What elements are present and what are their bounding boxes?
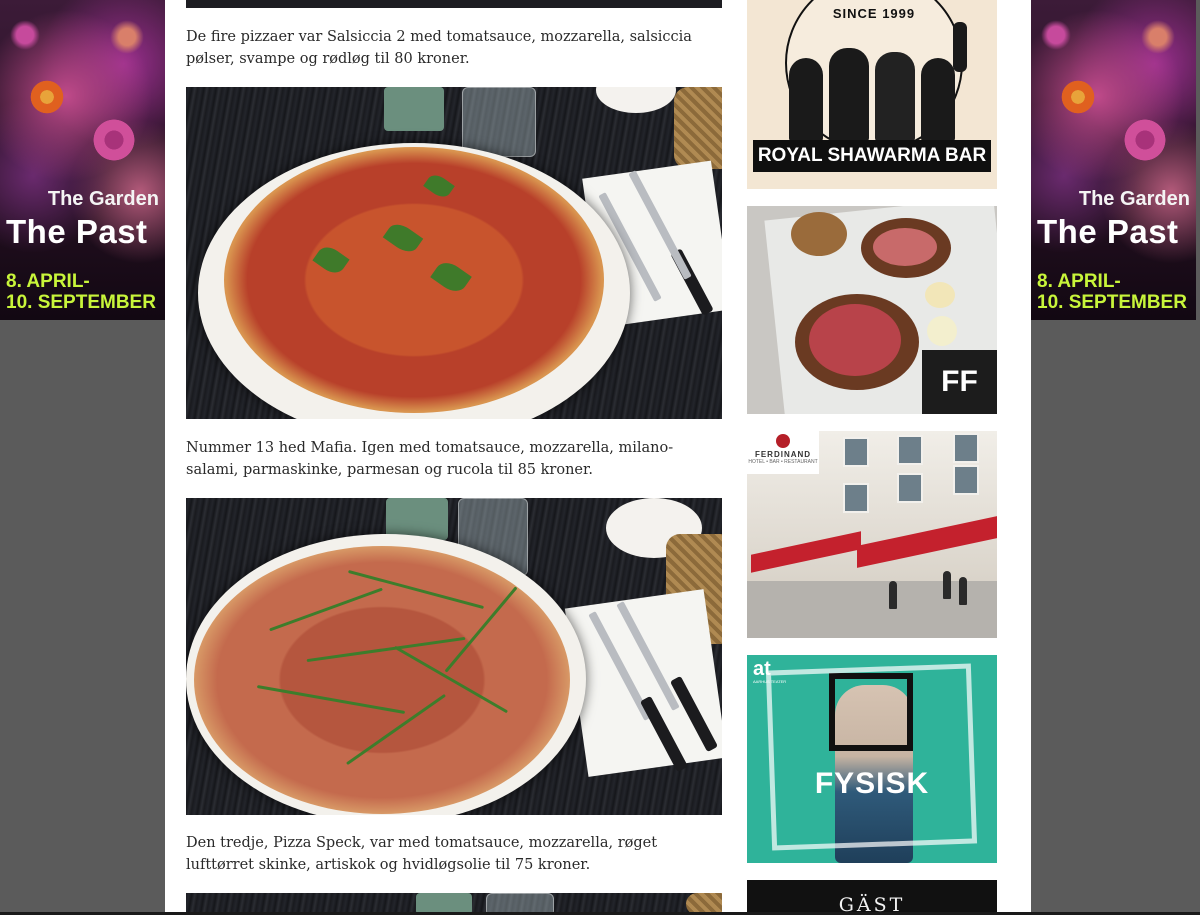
chef-figure — [921, 58, 955, 142]
ad-date-line1: 8. APRIL- — [6, 271, 90, 292]
building-window — [843, 483, 869, 513]
side-ad-right[interactable]: The Garden The Past 8. APRIL- 10. SEPTEM… — [1031, 0, 1196, 320]
flower-decoration — [28, 78, 66, 116]
pedestrian — [943, 571, 951, 599]
ferdinand-logo: FERDINAND HOTEL • BAR • RESTAURANT — [747, 431, 819, 474]
ad-title: The Past — [6, 213, 148, 250]
pizza-photo-mafia[interactable] — [186, 498, 722, 815]
chef-figure — [875, 52, 915, 142]
pizza — [224, 147, 604, 413]
wine-glass — [927, 316, 957, 346]
side-ad-left[interactable]: The Garden The Past 8. APRIL- 10. SEPTEM… — [0, 0, 165, 320]
pedestrian — [889, 581, 897, 609]
building-window — [897, 435, 923, 465]
drinking-glass — [462, 87, 536, 157]
ad-fysisk[interactable]: at AARHUS TEATER FYSISK — [747, 655, 997, 863]
flower-decoration — [1123, 118, 1167, 162]
ad-date-line2: 10. SEPTEMBER — [1037, 292, 1187, 313]
charcuterie — [873, 228, 937, 266]
flower-decoration — [1059, 78, 1097, 116]
brand-name: ROYAL SHAWARMA BAR — [753, 140, 991, 172]
building-window — [953, 465, 979, 495]
ad-ff[interactable]: FF — [747, 206, 997, 414]
ad-royal-shawarma-bar[interactable]: SINCE 1999 ROYAL SHAWARMA BAR — [747, 0, 997, 189]
chef-figure — [829, 48, 869, 142]
charcuterie — [809, 304, 901, 376]
article-paragraph: De fire pizzaer var Salsiccia 2 med toma… — [186, 29, 692, 67]
cheese-bowl — [925, 282, 955, 308]
frame-outline — [765, 663, 978, 851]
content-page: De fire pizzaer var Salsiccia 2 med toma… — [165, 0, 1031, 915]
bread-basket — [674, 87, 722, 169]
water-bottle — [384, 87, 444, 131]
ad-date: 8. APRIL- 10. SEPTEMBER — [1037, 271, 1187, 313]
flower-decoration — [1141, 20, 1175, 54]
building-window — [897, 473, 923, 503]
pedestrian — [959, 577, 967, 605]
chef-figure — [789, 58, 823, 142]
article-paragraph: Den tredje, Pizza Speck, var med tomatsa… — [186, 835, 658, 873]
ferdinand-tagline: HOTEL • BAR • RESTAURANT — [748, 459, 818, 465]
ad-title: The Past — [1037, 213, 1179, 250]
article-paragraph: Nummer 13 hed Mafia. Igen med tomatsauce… — [186, 440, 674, 478]
ad-date-line2: 10. SEPTEMBER — [6, 292, 156, 313]
ad-date: 8. APRIL- 10. SEPTEMBER — [6, 271, 156, 313]
ad-date-line1: 8. APRIL- — [1037, 271, 1121, 292]
flower-decoration — [1041, 20, 1071, 50]
ad-gast[interactable]: GÄST — [747, 880, 997, 915]
previous-photo-edge — [186, 0, 722, 8]
building-window — [843, 437, 869, 467]
shawarma-spit — [953, 22, 967, 72]
ferdinand-logo-mark — [776, 434, 790, 448]
since-label: SINCE 1999 — [832, 6, 916, 21]
bread-bowl — [791, 212, 847, 256]
pizza-photo-salsiccia[interactable] — [186, 87, 722, 419]
ad-subtitle: The Garden — [47, 188, 159, 210]
flower-decoration — [92, 118, 136, 162]
ferdinand-name: FERDINAND — [754, 450, 812, 459]
ad-ferdinand[interactable]: FERDINAND HOTEL • BAR • RESTAURANT — [747, 431, 997, 638]
ad-subtitle: The Garden — [1078, 188, 1190, 210]
logo-text: at — [753, 658, 771, 680]
flower-decoration — [10, 20, 40, 50]
logo-subtext: AARHUS TEATER — [753, 679, 787, 684]
fysisk-title: FYSISK — [814, 767, 930, 800]
napkin — [564, 589, 722, 777]
flower-decoration — [110, 20, 144, 54]
aarhus-teater-logo: at AARHUS TEATER — [753, 659, 786, 684]
ff-badge: FF — [922, 350, 997, 414]
building-window — [953, 433, 979, 463]
